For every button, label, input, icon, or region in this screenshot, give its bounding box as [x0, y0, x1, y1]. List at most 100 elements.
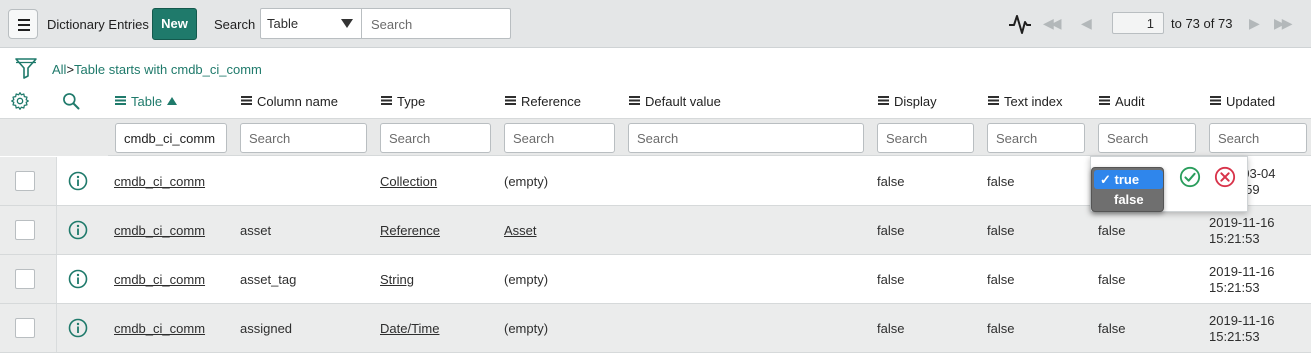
check-circle-icon[interactable]: [1179, 166, 1201, 188]
cell-type[interactable]: String: [380, 272, 414, 287]
row-checkbox[interactable]: [15, 318, 35, 338]
column-label: Display: [894, 94, 937, 109]
column-menu-icon[interactable]: [505, 96, 516, 105]
next-page-icon[interactable]: ▶: [1249, 15, 1260, 32]
chevron-down-icon: [341, 19, 353, 28]
activity-icon[interactable]: [1008, 12, 1032, 36]
row-checkbox[interactable]: [15, 269, 35, 289]
column-header-column-name[interactable]: Column name: [241, 94, 338, 109]
cell-display: false: [877, 272, 905, 287]
updated-date: 2019-11-16: [1209, 264, 1275, 279]
cell-reference[interactable]: Asset: [504, 223, 537, 238]
column-label: Reference: [521, 94, 581, 109]
prev-page-icon[interactable]: ◀: [1081, 15, 1092, 32]
column-header-text-index[interactable]: Text index: [988, 94, 1063, 109]
menu-icon[interactable]: [8, 9, 38, 39]
column-label: Text index: [1004, 94, 1063, 109]
filter-input-type[interactable]: Search: [380, 123, 491, 153]
cell-updated: 2019-11-16 15:21:53: [1209, 215, 1275, 247]
cell-audit: false: [1098, 223, 1126, 238]
info-icon[interactable]: [68, 220, 88, 240]
breadcrumb-all[interactable]: All: [52, 62, 66, 77]
filter-input-default-value[interactable]: Search: [628, 123, 864, 153]
cell-table[interactable]: cmdb_ci_comm: [114, 272, 205, 287]
updated-time: 15:21:53: [1209, 329, 1260, 344]
list-title[interactable]: Dictionary Entries: [47, 17, 149, 32]
info-icon[interactable]: [68, 318, 88, 338]
filter-icon[interactable]: [14, 56, 38, 80]
cell-table[interactable]: cmdb_ci_comm: [114, 321, 205, 336]
updated-time: 15:21:53: [1209, 280, 1260, 295]
search-group: Table Search: [260, 8, 511, 39]
table-row: cmdb_ci_comm asset Reference Asset false…: [0, 206, 1311, 255]
cell-type[interactable]: Reference: [380, 223, 440, 238]
row-select-cell: [0, 157, 57, 205]
column-label: Type: [397, 94, 426, 109]
column-menu-icon[interactable]: [115, 96, 126, 105]
column-header-table[interactable]: Table: [115, 94, 178, 109]
search-field-select[interactable]: Table: [261, 9, 362, 38]
column-menu-icon[interactable]: [1099, 96, 1110, 105]
column-menu-icon[interactable]: [988, 96, 999, 105]
column-menu-icon[interactable]: [1210, 96, 1221, 105]
last-page-icon[interactable]: ▶▶: [1274, 15, 1292, 32]
column-menu-icon[interactable]: [629, 96, 640, 105]
filter-input-updated[interactable]: Search: [1209, 123, 1307, 153]
cell-updated: 2019-11-16 15:21:53: [1209, 264, 1275, 296]
filter-input-audit[interactable]: Search: [1098, 123, 1196, 153]
page-number-input[interactable]: 1: [1112, 12, 1164, 34]
cell-table[interactable]: cmdb_ci_comm: [114, 174, 205, 189]
breadcrumb: All>Table starts with cmdb_ci_comm: [52, 62, 262, 77]
table-row: cmdb_ci_comm asset_tag String (empty) fa…: [0, 255, 1311, 304]
new-button[interactable]: New: [152, 8, 197, 40]
column-label: Updated: [1226, 94, 1276, 109]
gear-icon[interactable]: [10, 91, 30, 111]
breadcrumb-separator: >: [66, 62, 75, 77]
cancel-circle-icon[interactable]: [1214, 166, 1236, 188]
sort-ascending-icon: [167, 97, 178, 105]
dropdown-option-false[interactable]: false: [1094, 190, 1163, 209]
cell-reference: (empty): [504, 272, 549, 287]
column-header-default-value[interactable]: Default value: [629, 94, 721, 109]
column-header-display[interactable]: Display: [878, 94, 937, 109]
filter-input-reference[interactable]: Search: [504, 123, 615, 153]
row-checkbox[interactable]: [15, 220, 35, 240]
search-field-value: Table: [267, 16, 299, 31]
dropdown-option-true[interactable]: ✓ true: [1094, 170, 1163, 189]
cell-text-index: false: [987, 272, 1015, 287]
row-select-cell: [0, 304, 57, 352]
cell-column-name: asset: [240, 223, 272, 238]
filter-input-text-index[interactable]: Search: [987, 123, 1085, 153]
audit-value-dropdown[interactable]: ✓ true false: [1091, 167, 1164, 212]
first-page-icon[interactable]: ◀◀: [1043, 15, 1061, 32]
cell-table[interactable]: cmdb_ci_comm: [114, 223, 205, 238]
row-select-cell: [0, 206, 57, 254]
info-icon[interactable]: [68, 269, 88, 289]
filter-row-spacer: [0, 119, 108, 156]
row-checkbox[interactable]: [15, 171, 35, 191]
cell-text-index: false: [987, 223, 1015, 238]
info-icon[interactable]: [68, 171, 88, 191]
column-header-type[interactable]: Type: [381, 94, 425, 109]
list-header-bar: Dictionary Entries New Search Table Sear…: [0, 0, 1311, 48]
filter-input-table[interactable]: cmdb_ci_comm: [115, 123, 227, 153]
search-input[interactable]: Search: [363, 9, 510, 38]
column-header-reference[interactable]: Reference: [505, 94, 581, 109]
filter-input-display[interactable]: Search: [877, 123, 974, 153]
table-row: cmdb_ci_comm assigned Date/Time (empty) …: [0, 304, 1311, 353]
column-menu-icon[interactable]: [241, 96, 252, 105]
cell-type[interactable]: Collection: [380, 174, 437, 189]
cell-text-index: false: [987, 321, 1015, 336]
column-label: Default value: [645, 94, 721, 109]
cell-column-name: asset_tag: [240, 272, 297, 287]
filter-input-column-name[interactable]: Search: [240, 123, 367, 153]
breadcrumb-condition[interactable]: Table starts with cmdb_ci_comm: [74, 62, 262, 77]
search-icon[interactable]: [61, 91, 81, 111]
column-header-updated[interactable]: Updated: [1210, 94, 1275, 109]
column-menu-icon[interactable]: [381, 96, 392, 105]
column-label: Table: [131, 94, 163, 109]
column-filter-row: cmdb_ci_comm Search Search Search Search…: [0, 118, 1311, 156]
column-header-audit[interactable]: Audit: [1099, 94, 1145, 109]
cell-type[interactable]: Date/Time: [380, 321, 439, 336]
column-menu-icon[interactable]: [878, 96, 889, 105]
